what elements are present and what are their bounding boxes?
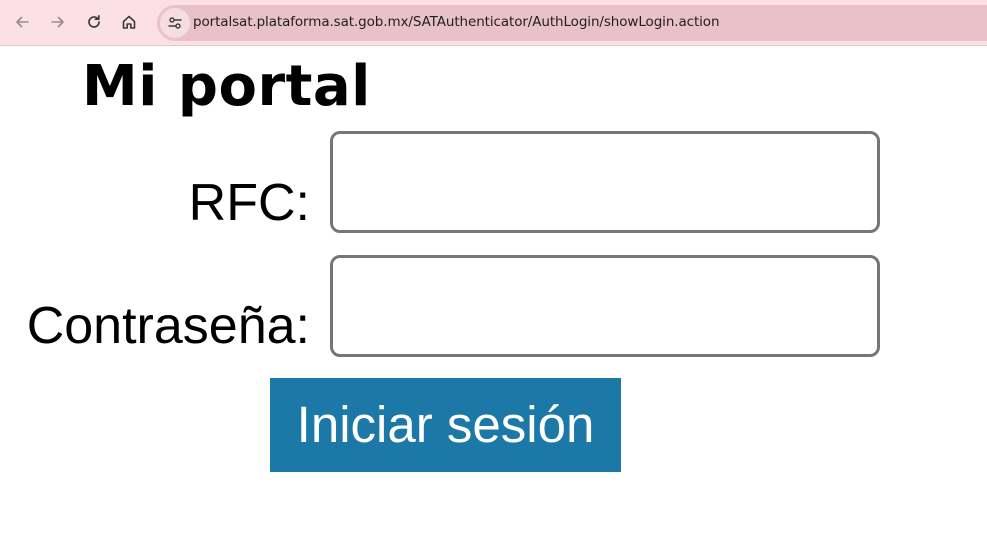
password-label: Contraseña: [26, 297, 310, 355]
browser-toolbar: portalsat.plataforma.sat.gob.mx/SATAuthe… [0, 0, 987, 46]
reload-button[interactable] [79, 7, 109, 37]
login-button[interactable]: Iniciar sesión [270, 378, 621, 472]
address-bar[interactable]: portalsat.plataforma.sat.gob.mx/SATAuthe… [157, 5, 987, 41]
back-button[interactable] [7, 7, 37, 37]
url-text[interactable]: portalsat.plataforma.sat.gob.mx/SATAuthe… [193, 14, 720, 30]
forward-arrow-icon [51, 16, 64, 28]
back-arrow-icon [16, 16, 29, 28]
reload-icon [88, 14, 100, 28]
rfc-input[interactable] [330, 131, 880, 233]
home-icon [122, 15, 136, 29]
home-button[interactable] [114, 7, 144, 37]
page-title: Mi portal [82, 54, 371, 119]
forward-button[interactable] [43, 7, 73, 37]
rfc-label: RFC: [188, 174, 310, 232]
password-input[interactable] [330, 255, 880, 357]
site-info-icon [168, 17, 182, 29]
site-info-button[interactable] [160, 8, 190, 38]
